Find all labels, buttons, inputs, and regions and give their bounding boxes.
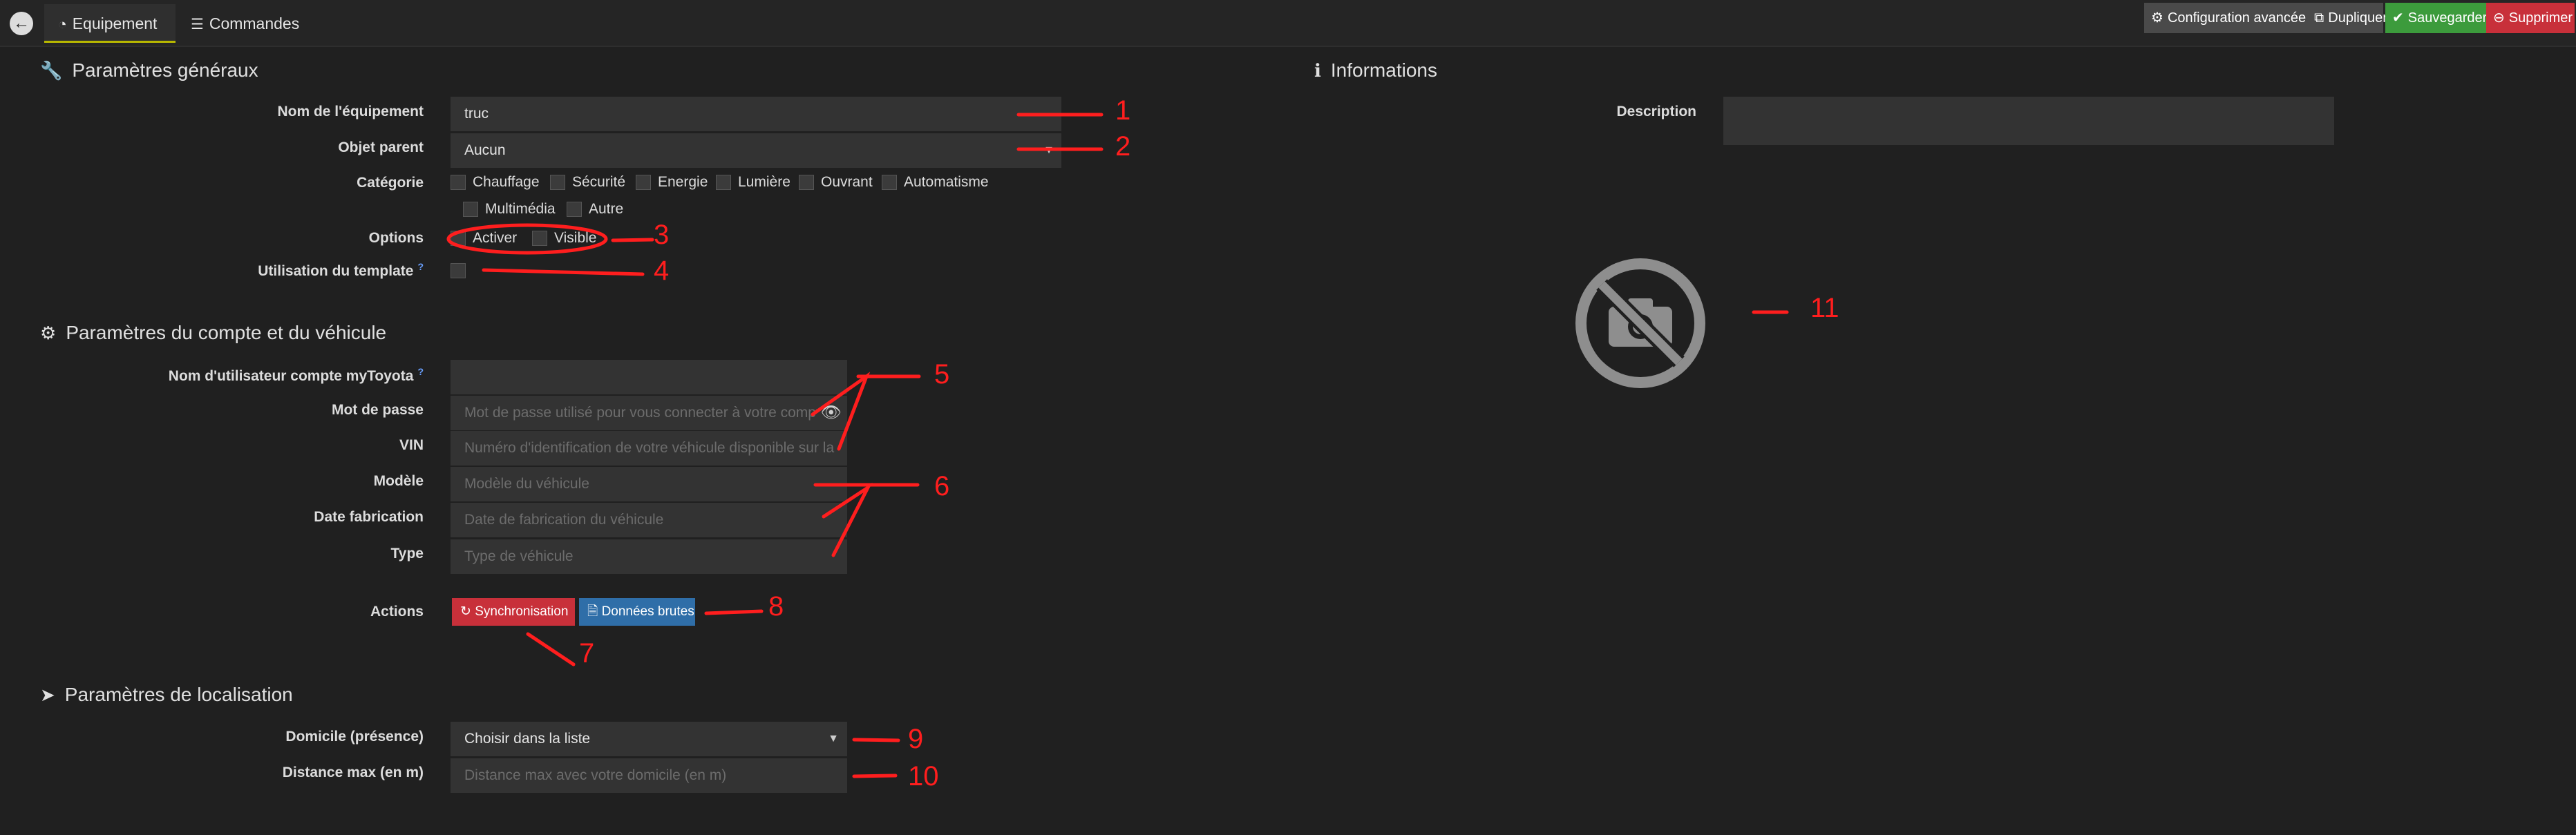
annotation-marker: 4	[654, 256, 670, 286]
annotation-marker: 6	[934, 471, 950, 501]
annotation-marker: 2	[1115, 131, 1131, 162]
annotation-marker: 3	[654, 220, 670, 250]
annotation-marker: 5	[934, 359, 950, 390]
annotation-marker: 7	[579, 638, 595, 669]
annotation-marker: 10	[908, 761, 939, 791]
annotation-marker: 8	[768, 591, 784, 622]
annotation-marker: 11	[1810, 293, 1839, 323]
annotation-strokes	[446, 113, 1789, 778]
annotation-marker: 9	[908, 724, 924, 754]
annotation-marker: 1	[1115, 95, 1131, 126]
